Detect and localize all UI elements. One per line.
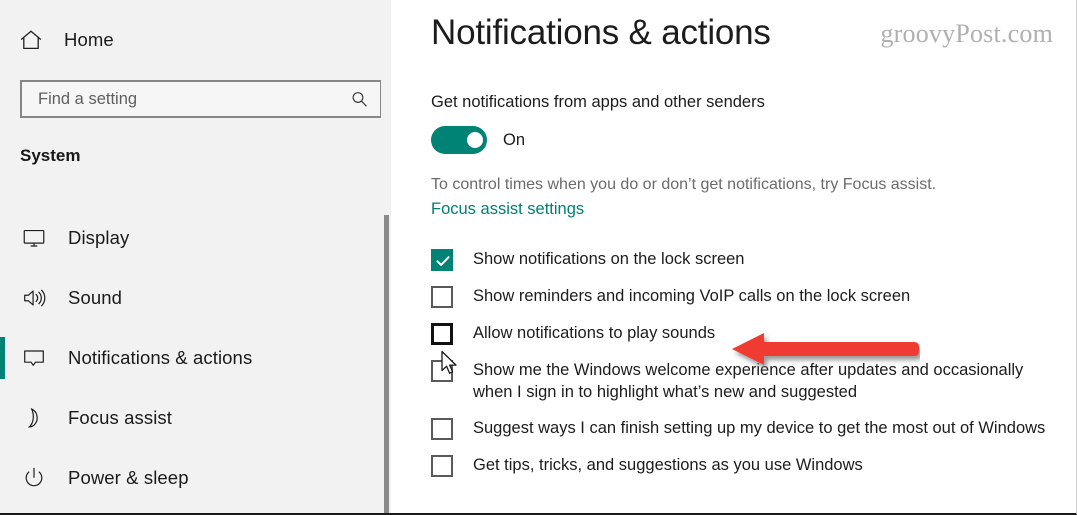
- sidebar-group-title: System: [20, 146, 81, 165]
- sidebar-item-display[interactable]: Display: [0, 208, 391, 268]
- sidebar-item-label: Power & sleep: [68, 467, 189, 488]
- toggle-knob: [467, 132, 483, 148]
- sidebar-item-label: Display: [68, 227, 130, 248]
- checkbox-label: Show reminders and incoming VoIP calls o…: [473, 287, 911, 305]
- checkbox-row[interactable]: Allow notifications to play sounds: [431, 322, 1051, 345]
- notification-options-list: Show notifications on the lock screen Sh…: [431, 248, 1051, 477]
- checkbox-suggest-finish-setup[interactable]: [431, 418, 453, 440]
- sidebar-item-focus-assist[interactable]: Focus assist: [0, 388, 391, 448]
- checkbox-get-tips-tricks[interactable]: [431, 455, 453, 477]
- checkbox-label: Show notifications on the lock screen: [473, 250, 745, 268]
- checkbox-row[interactable]: Get tips, tricks, and suggestions as you…: [431, 454, 1051, 477]
- watermark: groovyPost.com: [880, 19, 1053, 48]
- sidebar-item-sound[interactable]: Sound: [0, 268, 391, 328]
- search-input[interactable]: [22, 82, 344, 116]
- settings-window: Home System: [0, 0, 1077, 515]
- page-title: Notifications & actions: [431, 13, 771, 52]
- checkbox-show-reminders-voip[interactable]: [431, 286, 453, 308]
- selection-indicator: [0, 337, 5, 379]
- moon-icon: [20, 404, 48, 432]
- checkbox-label: Get tips, tricks, and suggestions as you…: [473, 456, 863, 474]
- sidebar-scrollbar[interactable]: [381, 0, 391, 513]
- checkbox-label: Show me the Windows welcome experience a…: [473, 361, 1024, 401]
- checkbox-row[interactable]: Show notifications on the lock screen: [431, 248, 1051, 271]
- speech-bubble-icon: [20, 344, 48, 372]
- checkbox-windows-welcome-experience[interactable]: [431, 360, 453, 382]
- sidebar-item-notifications-and-actions[interactable]: Notifications & actions: [0, 328, 391, 388]
- search-icon[interactable]: [344, 82, 374, 116]
- checkbox-label: Allow notifications to play sounds: [473, 324, 716, 342]
- sidebar-item-label: Sound: [68, 287, 122, 308]
- sidebar-nav: Display Sound Notifications & actions Fo…: [0, 208, 391, 508]
- section-label: Get notifications from apps and other se…: [431, 93, 765, 111]
- notifications-toggle[interactable]: [431, 126, 487, 154]
- sidebar-item-label: Notifications & actions: [68, 347, 253, 368]
- checkbox-label: Suggest ways I can finish setting up my …: [473, 419, 1046, 437]
- sidebar-item-label: Focus assist: [68, 407, 173, 428]
- search-box[interactable]: [20, 80, 382, 118]
- sidebar-item-power-and-sleep[interactable]: Power & sleep: [0, 448, 391, 508]
- sidebar: Home System: [0, 0, 391, 513]
- notifications-toggle-row: On: [431, 126, 525, 154]
- checkbox-allow-notifications-play-sounds[interactable]: [431, 323, 453, 345]
- home-icon: [18, 27, 44, 53]
- checkbox-row[interactable]: Show me the Windows welcome experience a…: [431, 359, 1051, 403]
- checkbox-row[interactable]: Suggest ways I can finish setting up my …: [431, 417, 1051, 440]
- toggle-state-label: On: [503, 130, 526, 149]
- checkbox-show-notifications-lock-screen[interactable]: [431, 249, 453, 271]
- focus-assist-settings-link[interactable]: Focus assist settings: [431, 200, 584, 219]
- speaker-icon: [20, 284, 48, 312]
- checkbox-row[interactable]: Show reminders and incoming VoIP calls o…: [431, 285, 1051, 308]
- scrollbar-thumb[interactable]: [384, 215, 389, 513]
- sidebar-home-label: Home: [64, 29, 114, 50]
- power-icon: [20, 464, 48, 492]
- main-content: Notifications & actions groovyPost.com G…: [391, 0, 1076, 513]
- sidebar-item-home[interactable]: Home: [18, 25, 114, 55]
- monitor-icon: [20, 224, 48, 252]
- focus-assist-hint: To control times when you do or don’t ge…: [431, 176, 937, 193]
